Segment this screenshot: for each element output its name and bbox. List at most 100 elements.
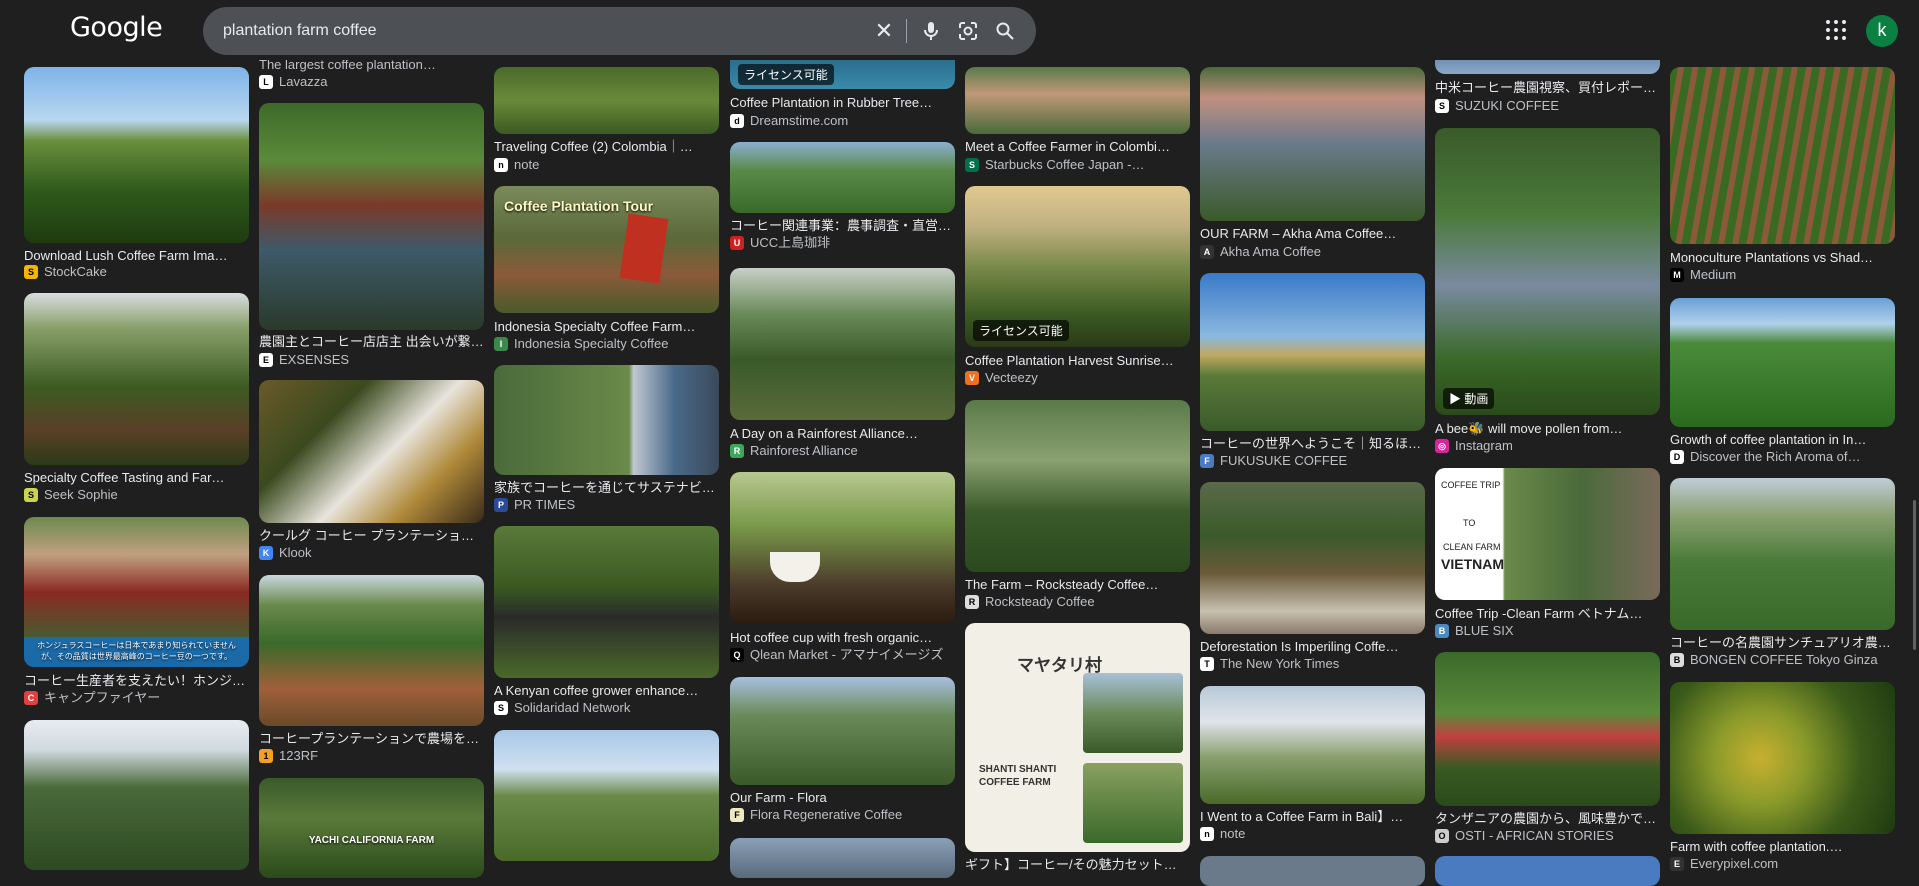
result-title[interactable]: コーヒーの名農園サンチュアリオ農…	[1670, 634, 1895, 651]
result-source[interactable]: S StockCake	[24, 264, 249, 280]
result-title[interactable]: Traveling Coffee (2) Colombia｜…	[494, 138, 719, 155]
result-title[interactable]: A bee🐝 will move pollen from…	[1435, 420, 1660, 437]
result-thumbnail[interactable]	[730, 838, 955, 878]
result-source[interactable]: ◎ Instagram	[1435, 438, 1660, 454]
result-title[interactable]: Coffee Trip -Clean Farm ベトナム…	[1435, 605, 1660, 622]
result-thumbnail[interactable]	[1200, 856, 1425, 886]
result-source[interactable]: O OSTI - AFRICAN STORIES	[1435, 828, 1660, 844]
result-source[interactable]: S SUZUKI COFFEE	[1435, 98, 1660, 114]
result-thumbnail[interactable]	[730, 268, 955, 420]
result-title[interactable]: Hot coffee cup with fresh organic…	[730, 629, 955, 646]
result-source[interactable]: T The New York Times	[1200, 656, 1425, 672]
result-title[interactable]: A Day on a Rainforest Alliance…	[730, 425, 955, 442]
google-logo[interactable]: Google	[70, 12, 163, 43]
result-source[interactable]: C キャンプファイヤー	[24, 690, 249, 706]
result-thumbnail[interactable]	[1200, 67, 1425, 221]
result-source[interactable]: B BLUE SIX	[1435, 623, 1660, 639]
result-source[interactable]: 1 123RF	[259, 748, 484, 764]
result-source[interactable]: S Solidaridad Network	[494, 700, 719, 716]
result-thumbnail[interactable]	[1200, 273, 1425, 431]
result-source[interactable]: L Lavazza	[259, 74, 484, 90]
result-source[interactable]: R Rainforest Alliance	[730, 443, 955, 459]
result-source[interactable]: n note	[1200, 826, 1425, 842]
result-thumbnail[interactable]	[1200, 482, 1425, 634]
result-title[interactable]: Deforestation Is Imperiling Coffe…	[1200, 638, 1425, 655]
result-source[interactable]: M Medium	[1670, 267, 1895, 283]
result-thumbnail[interactable]: ▶ 動画	[1435, 128, 1660, 415]
result-thumbnail[interactable]: ホンジュラスコーヒーは日本であまり知られていませんが、その品質は世界最高峰のコー…	[24, 517, 249, 667]
result-source[interactable]: S Seek Sophie	[24, 487, 249, 503]
result-source[interactable]: V Vecteezy	[965, 370, 1190, 386]
apps-grid-icon[interactable]	[1823, 17, 1849, 43]
result-thumbnail[interactable]	[965, 67, 1190, 134]
result-title[interactable]: Our Farm - Flora	[730, 789, 955, 806]
result-source[interactable]: R Rocksteady Coffee	[965, 594, 1190, 610]
result-title[interactable]: 中米コーヒー農園視察、買付レポー…	[1435, 79, 1660, 96]
result-source[interactable]: B BONGEN COFFEE Tokyo Ginza	[1670, 652, 1895, 668]
result-source[interactable]: E EXSENSES	[259, 352, 484, 368]
result-title[interactable]: OUR FARM – Akha Ama Coffee…	[1200, 225, 1425, 242]
result-title[interactable]: Coffee Plantation Harvest Sunrise…	[965, 352, 1190, 369]
result-source[interactable]: F Flora Regenerative Coffee	[730, 807, 955, 823]
result-source[interactable]: d Dreamstime.com	[730, 113, 955, 129]
result-title[interactable]: 農園主とコーヒー店店主 出会いが繋…	[259, 333, 484, 350]
result-thumbnail[interactable]	[494, 67, 719, 134]
result-thumbnail[interactable]	[1670, 478, 1895, 630]
result-title[interactable]: コーヒープランテーションで農場を…	[259, 730, 484, 747]
result-thumbnail[interactable]	[24, 720, 249, 870]
result-title[interactable]: Indonesia Specialty Coffee Farm…	[494, 318, 719, 335]
result-title[interactable]: Farm with coffee plantation.…	[1670, 838, 1895, 855]
result-thumbnail[interactable]: ライセンス可能	[965, 186, 1190, 347]
result-thumbnail[interactable]	[24, 67, 249, 243]
result-title[interactable]: コーヒーの世界へようこそ｜知るほ…	[1200, 435, 1425, 452]
result-source[interactable]: E Everypixel.com	[1670, 856, 1895, 872]
result-title[interactable]: Specialty Coffee Tasting and Far…	[24, 469, 249, 486]
result-thumbnail[interactable]	[1435, 652, 1660, 806]
result-title[interactable]: The Farm – Rocksteady Coffee…	[965, 576, 1190, 593]
result-thumbnail[interactable]	[1670, 682, 1895, 834]
mic-icon[interactable]	[915, 7, 947, 55]
clear-icon[interactable]: ✕	[868, 7, 900, 55]
result-thumbnail[interactable]: Coffee Plantation Tour	[494, 186, 719, 313]
result-title[interactable]: Monoculture Plantations vs Shad…	[1670, 249, 1895, 266]
result-source[interactable]: A Akha Ama Coffee	[1200, 244, 1425, 260]
result-thumbnail[interactable]	[730, 142, 955, 213]
result-source[interactable]: n note	[494, 157, 719, 173]
result-title[interactable]: タンザニアの農園から、風味豊かで…	[1435, 810, 1660, 827]
result-title[interactable]: Growth of coffee plantation in In…	[1670, 431, 1895, 448]
result-source[interactable]: I Indonesia Specialty Coffee	[494, 336, 719, 352]
result-thumbnail[interactable]	[494, 526, 719, 678]
result-thumbnail[interactable]	[965, 400, 1190, 572]
result-thumbnail[interactable]: YACHI CALIFORNIA FARM	[259, 778, 484, 878]
result-source[interactable]: Q Qlean Market - アマナイメージズ	[730, 647, 955, 663]
result-thumbnail[interactable]	[259, 380, 484, 523]
result-title[interactable]: A Kenyan coffee grower enhance…	[494, 682, 719, 699]
result-title[interactable]: Download Lush Coffee Farm Ima…	[24, 247, 249, 264]
result-source[interactable]: K Klook	[259, 545, 484, 561]
result-source[interactable]: S Starbucks Coffee Japan -…	[965, 157, 1190, 173]
result-thumbnail[interactable]: マヤタリ村 SHANTI SHANTI COFFEE FARM	[965, 623, 1190, 852]
result-thumbnail[interactable]: COFFEE TRIP TO CLEAN FARM VIETNAM	[1435, 468, 1660, 600]
result-thumbnail[interactable]	[1200, 686, 1425, 804]
result-thumbnail[interactable]	[494, 730, 719, 861]
result-title[interactable]: コーヒー生産者を支えたい！ホンジ…	[24, 672, 249, 689]
search-input[interactable]	[223, 7, 843, 55]
search-icon[interactable]	[989, 7, 1021, 55]
result-thumbnail[interactable]	[259, 575, 484, 726]
result-title[interactable]: コーヒー関連事業：農事調査・直営…	[730, 217, 955, 234]
result-thumbnail[interactable]: ライセンス可能	[730, 56, 955, 89]
lens-icon[interactable]	[952, 7, 984, 55]
result-title[interactable]: Meet a Coffee Farmer in Colombi…	[965, 138, 1190, 155]
result-thumbnail[interactable]	[259, 103, 484, 330]
result-title[interactable]: I Went to a Coffee Farm in Bali】…	[1200, 808, 1425, 825]
result-title[interactable]: Coffee Plantation in Rubber Tree…	[730, 94, 955, 111]
result-thumbnail[interactable]	[1435, 856, 1660, 886]
result-thumbnail[interactable]	[1670, 67, 1895, 244]
result-thumbnail[interactable]	[730, 472, 955, 624]
result-title[interactable]: クールグ コーヒー プランテーショ…	[259, 527, 484, 544]
result-thumbnail[interactable]	[1670, 298, 1895, 427]
account-avatar[interactable]: k	[1866, 15, 1898, 47]
result-source[interactable]: F FUKUSUKE COFFEE	[1200, 453, 1425, 469]
result-title[interactable]: 家族でコーヒーを通じてサステナビ…	[494, 479, 719, 496]
scrollbar-thumb[interactable]	[1913, 500, 1916, 650]
